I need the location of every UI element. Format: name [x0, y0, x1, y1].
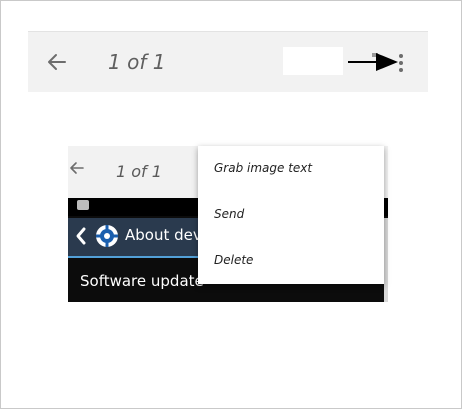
screenshot-frame: 1 of 1 1 of 1 About devi Software update…	[0, 0, 462, 409]
chevron-left-icon	[74, 226, 88, 246]
page-counter: 1 of 1	[108, 50, 166, 74]
bbm-icon	[77, 200, 89, 210]
redacted-area	[283, 47, 343, 75]
overflow-menu: Grab image text Send Delete	[198, 146, 384, 284]
panel-edge	[384, 218, 388, 302]
back-arrow-icon	[68, 160, 84, 176]
back-arrow-icon[interactable]	[45, 50, 69, 74]
viewer-toolbar: 1 of 1	[28, 31, 428, 92]
more-options-icon[interactable]	[396, 52, 406, 74]
gear-icon	[93, 222, 121, 250]
menu-item-label: Send	[214, 207, 245, 221]
software-update-item: Software update	[80, 272, 204, 290]
menu-item-grab-image-text[interactable]: Grab image text	[198, 146, 384, 192]
black-arrow-pointer-icon	[346, 50, 402, 74]
menu-item-delete[interactable]: Delete	[198, 238, 384, 284]
menu-item-label: Grab image text	[214, 161, 313, 175]
menu-item-send[interactable]: Send	[198, 192, 384, 238]
menu-item-label: Delete	[214, 253, 254, 267]
device-header-title: About devi	[125, 226, 206, 244]
page-counter: 1 of 1	[116, 162, 162, 181]
